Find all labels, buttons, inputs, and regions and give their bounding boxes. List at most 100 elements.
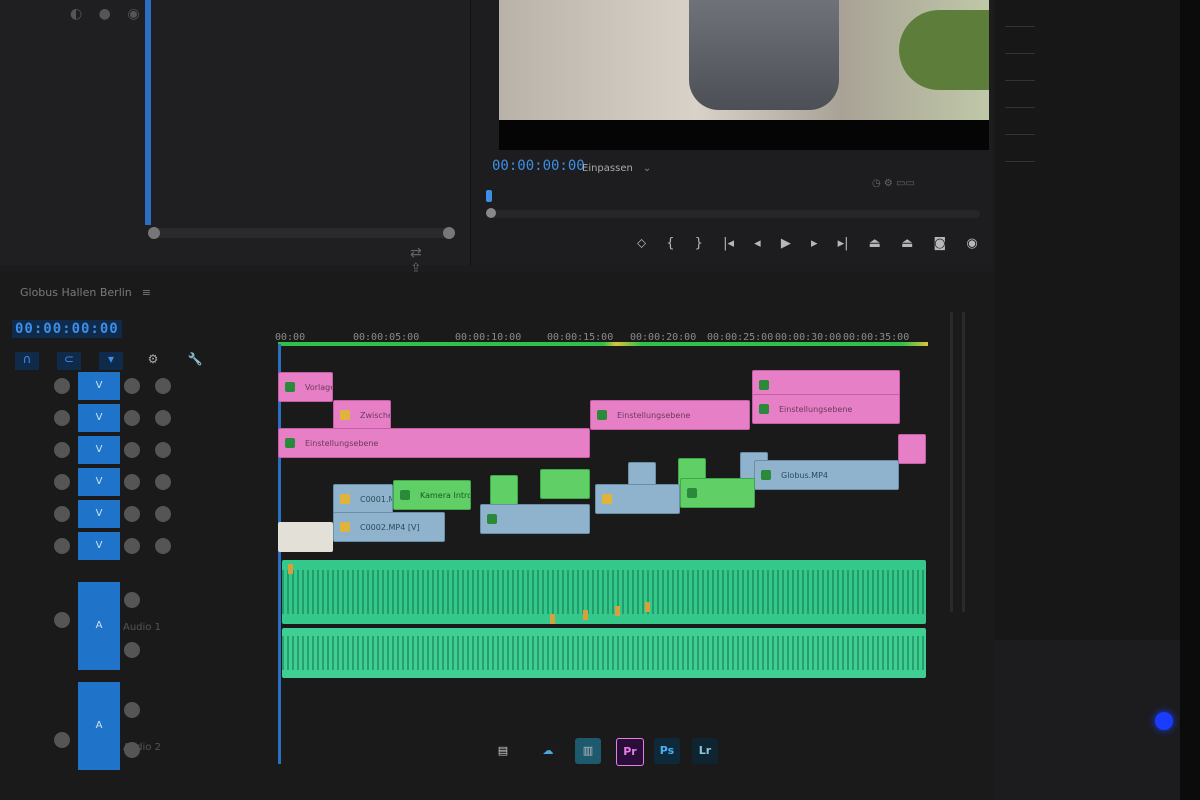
clip-green-mid[interactable] [680,478,755,508]
extract-icon[interactable]: ⏏ [901,236,913,251]
audio-marker[interactable] [583,610,588,620]
lock-icon[interactable] [54,410,70,426]
photoshop-icon[interactable]: Ps [654,738,680,764]
audio-clip-a1[interactable] [282,560,926,624]
track-target-a2[interactable]: A [78,682,120,770]
track-target-v1[interactable]: V [78,532,120,560]
go-to-in-icon[interactable]: |◂ [723,236,734,251]
work-area-bar[interactable] [278,342,928,346]
play-icon[interactable]: ▶ [781,236,791,251]
track-target-v4[interactable]: V [78,436,120,464]
power-led [1155,712,1173,730]
clip-video-2[interactable]: Kamera Intro [393,480,471,510]
source-scroll-knob-right[interactable] [443,227,455,239]
eye-icon[interactable] [155,474,171,490]
program-scrollbar[interactable] [490,210,980,218]
program-timecode[interactable]: 00:00:00:00 [492,158,585,174]
sync-icon[interactable] [124,378,140,394]
go-to-out-icon[interactable]: ▸| [838,236,849,251]
solo-icon[interactable] [124,742,140,758]
track-target-v3[interactable]: V [78,468,120,496]
timeline-playhead[interactable] [278,344,281,764]
panel-menu-icons[interactable]: ◐ ● ◉ [70,6,146,22]
clip-white[interactable] [278,522,333,552]
audio-marker[interactable] [645,602,650,612]
clip-adjustment-1[interactable]: Einstellungsebene [278,428,590,458]
lock-icon[interactable] [54,442,70,458]
timeline-timecode[interactable]: 00:00:00:00 [12,320,122,338]
clip-video-3[interactable]: C0002.MP4 [V] [333,512,445,542]
program-scroll-knob[interactable] [486,208,496,218]
clip-video-1[interactable]: C0001.MP4 [333,484,393,514]
source-playhead[interactable] [145,0,151,225]
solo-icon[interactable] [124,642,140,658]
sync-icon[interactable] [124,474,140,490]
step-forward-icon[interactable]: ▸ [811,236,818,251]
lock-icon[interactable] [54,474,70,490]
clip-blue-mid[interactable] [595,484,680,514]
sync-icon[interactable] [124,442,140,458]
eye-icon[interactable] [155,506,171,522]
cloud-icon[interactable]: ☁ [535,738,561,764]
clip-adjustment-2[interactable]: Einstellungsebene [590,400,750,430]
clip-blue-row[interactable] [480,504,590,534]
track-target-v5[interactable]: V [78,404,120,432]
clip-green-small-2[interactable] [540,469,590,499]
step-back-icon[interactable]: ◂ [754,236,761,251]
video-person [689,0,839,110]
export-frame-icon[interactable]: ◙ [934,236,947,251]
chevron-down-icon: ⌄ [642,163,652,174]
premiere-icon[interactable]: Pr [616,738,644,766]
audio-marker[interactable] [615,606,620,616]
sync-icon[interactable] [124,410,140,426]
track-header-v1: V [0,532,275,562]
add-marker-tl-icon[interactable]: ▾ [99,352,123,370]
time-ruler[interactable]: 00:00 00:00:05:00 00:00:10:00 00:00:15:0… [275,324,935,344]
lock-icon[interactable] [54,506,70,522]
mark-out-icon[interactable]: } [695,236,703,251]
audio-marker[interactable] [288,564,293,574]
clip-green-small-1[interactable] [490,475,518,505]
eye-icon[interactable] [155,410,171,426]
mark-in-icon[interactable]: { [666,236,674,251]
mute-icon[interactable] [124,702,140,718]
clip-title-a[interactable]: Vorlage [278,372,333,402]
source-scroll-knob-left[interactable] [148,227,160,239]
fit-select[interactable]: Einpassen ⌄ [582,163,651,174]
sync-icon[interactable] [124,506,140,522]
eye-icon[interactable] [155,538,171,554]
snap-icon[interactable]: ∩ [15,352,39,370]
lock-icon[interactable] [54,538,70,554]
lift-icon[interactable]: ⏏ [869,236,881,251]
audio-clip-a2[interactable] [282,628,926,678]
track-target-v6[interactable]: V [78,372,120,400]
eye-icon[interactable] [155,378,171,394]
lock-icon[interactable] [54,378,70,394]
sync-icon[interactable] [124,538,140,554]
lock-icon[interactable] [54,732,70,748]
close-icon[interactable]: ≡ [142,286,151,299]
audio-marker[interactable] [550,614,555,624]
track-target-a1[interactable]: A [78,582,120,670]
camera-icon[interactable]: ◉ [966,236,977,251]
program-monitor: 00:00:00:00 Einpassen ⌄ ◷ ⚙ ▭▭ ⬦ { } |◂ ◂… [472,0,992,265]
eye-icon[interactable] [155,442,171,458]
sequence-tab[interactable]: Globus Hallen Berlin ≡ [20,286,151,299]
clip-title-b[interactable]: Zwischen [333,400,391,430]
lock-icon[interactable] [54,612,70,628]
settings-icon[interactable]: ⚙ [141,352,165,370]
clip-pink-end[interactable] [898,434,926,464]
wrench-icon[interactable]: 🔧 [183,352,207,370]
track-target-v2[interactable]: V [78,500,120,528]
add-marker-icon[interactable]: ⬦ [637,236,646,251]
mute-icon[interactable] [124,592,140,608]
linked-selection-icon[interactable]: ⊂ [57,352,81,370]
source-zoom-scrollbar[interactable] [150,228,450,238]
clip-video-4[interactable]: Globus.MP4 [754,460,899,490]
clip-label: Vorlage [305,383,333,392]
program-settings-icons[interactable]: ◷ ⚙ ▭▭ [872,178,915,189]
explorer-icon[interactable]: ▤ [490,738,516,764]
clip-adjustment-3[interactable]: Einstellungsebene [752,394,900,424]
lightroom-icon[interactable]: Lr [692,738,718,764]
app-icon[interactable]: ▥ [575,738,601,764]
